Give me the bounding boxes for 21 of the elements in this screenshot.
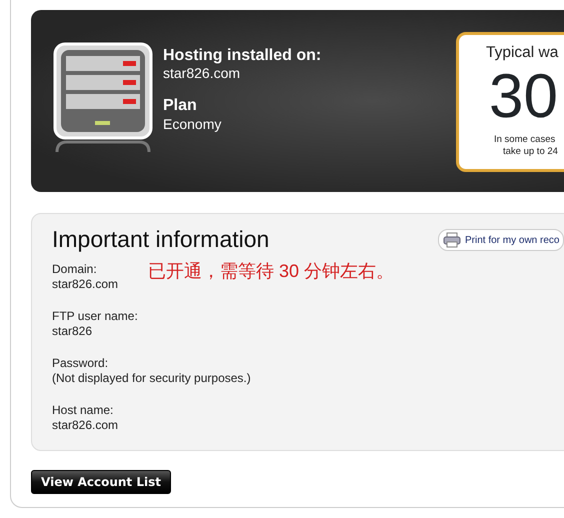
wait-minutes: 30 [488,66,559,128]
wait-note: In some cases [493,134,556,146]
hosting-domain: star826.com [163,65,242,82]
annotation-note: 已开通，需等待 30 分钟左右。 [148,260,394,283]
hosting-label: Hosting installed on: [163,47,322,64]
info-title: Important information [52,226,270,254]
field-value: (Not displayed for security purposes.) [52,370,251,386]
printer-icon [443,232,461,248]
plan-label: Plan [163,97,197,114]
field-value: star826.com [52,418,118,433]
view-account-list-button[interactable]: View Account List [31,470,171,494]
field-value: star826 [52,324,94,339]
field-label: Password: [52,356,110,371]
plan-name: Economy [163,116,222,132]
print-button[interactable]: Print for my own reco [438,229,564,251]
field-label: Host name: [52,402,114,418]
field-label: FTP user name: [52,308,138,324]
field-value: star826.com [52,276,118,292]
wait-title: Typical wa [486,43,560,63]
field-label: Domain: [52,262,98,277]
wait-note: take up to 24 [502,146,559,158]
